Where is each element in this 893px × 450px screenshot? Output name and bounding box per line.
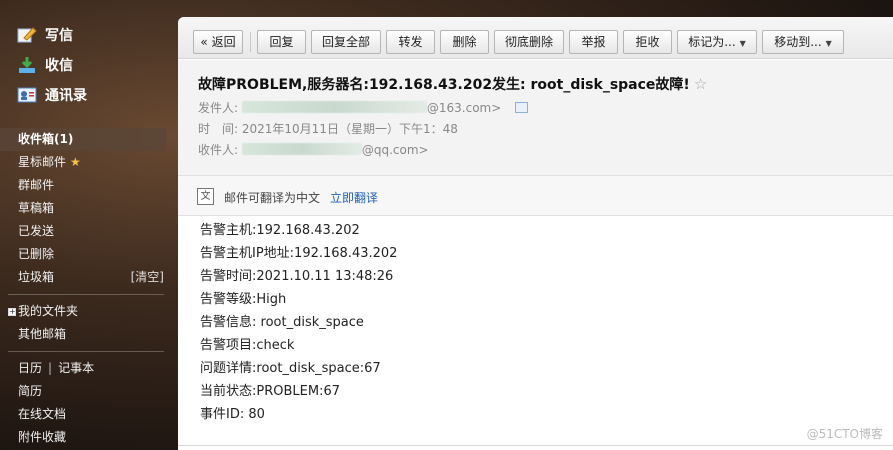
sidebar-item-starred[interactable]: 星标邮件 ★ bbox=[0, 151, 172, 174]
sidebar-item-label: 简历 bbox=[18, 384, 43, 398]
translate-now-link[interactable]: 立即翻译 bbox=[330, 189, 378, 206]
report-button[interactable]: 举报 bbox=[569, 30, 618, 54]
sidebar-item-label: 垃圾箱 bbox=[18, 270, 55, 284]
sidebar-item-label: 群邮件 bbox=[18, 178, 55, 192]
time-label: 时 间: bbox=[198, 122, 239, 136]
mark-as-label: 标记为... bbox=[688, 35, 736, 49]
sidebar-item-attachments[interactable]: 附件收藏 bbox=[0, 426, 172, 449]
sidebar-item-calendar[interactable]: 日历 bbox=[18, 357, 42, 380]
redacted-recipient bbox=[241, 143, 362, 155]
recipient-domain[interactable]: @qq.com> bbox=[362, 143, 429, 157]
sidebar-item-label: 草稿箱 bbox=[18, 201, 55, 215]
sender-label: 发件人: bbox=[198, 101, 239, 115]
translate-bar: 文 邮件可翻译为中文 立即翻译 bbox=[178, 176, 893, 216]
body-line: 事件ID: 80 bbox=[200, 407, 265, 422]
mail-reading-panel: « 返回 回复 回复全部 转发 删除 彻底删除 举报 拒收 标记为... ▼ 移动… bbox=[178, 17, 893, 450]
sidebar: 写信 收信 通讯录 收件箱(1) 星标邮件 ★ 群邮件 草稿箱 已发送 已删除 … bbox=[0, 0, 172, 450]
watermark: @51CTO博客 bbox=[806, 427, 883, 441]
mark-as-dropdown[interactable]: 标记为... ▼ bbox=[677, 30, 757, 54]
sidebar-item-junk[interactable]: 垃圾箱 [清空] bbox=[0, 266, 172, 289]
sidebar-item-resume[interactable]: 简历 bbox=[0, 380, 172, 403]
reject-button[interactable]: 拒收 bbox=[623, 30, 672, 54]
sidebar-item-label: 其他邮箱 bbox=[18, 327, 67, 341]
receive-label: 收信 bbox=[45, 58, 73, 74]
sidebar-item-deleted[interactable]: 已删除 bbox=[0, 243, 172, 266]
divider bbox=[8, 294, 164, 295]
translate-text: 邮件可翻译为中文 bbox=[224, 191, 321, 205]
sidebar-item-label: 已发送 bbox=[18, 224, 55, 238]
body-line: 告警信息: root_disk_space bbox=[200, 315, 364, 330]
time-value: 2021年10月11日（星期一）下午1：48 bbox=[241, 122, 458, 136]
recipient-row: 收件人: @qq.com> bbox=[198, 141, 429, 158]
move-to-dropdown[interactable]: 移动到... ▼ bbox=[762, 30, 844, 54]
mail-toolbar: « 返回 回复 回复全部 转发 删除 彻底删除 举报 拒收 标记为... ▼ 移动… bbox=[178, 17, 893, 59]
forward-button[interactable]: 转发 bbox=[386, 30, 435, 54]
body-line: 告警主机:192.168.43.202 bbox=[200, 223, 360, 238]
chevron-down-icon: ▼ bbox=[739, 39, 746, 48]
sidebar-item-inbox[interactable]: 收件箱(1) bbox=[0, 128, 166, 151]
back-button[interactable]: « 返回 bbox=[193, 30, 243, 54]
reply-all-button[interactable]: 回复全部 bbox=[311, 30, 381, 54]
mail-header: 故障PROBLEM,服务器名:192.168.43.202发生: root_di… bbox=[178, 60, 893, 176]
mail-subject: 故障PROBLEM,服务器名:192.168.43.202发生: root_di… bbox=[198, 74, 707, 94]
pen-icon bbox=[17, 26, 37, 44]
body-line: 问题详情:root_disk_space:67 bbox=[200, 361, 381, 376]
contact-card-icon[interactable] bbox=[515, 102, 529, 113]
sidebar-item-other-mailbox[interactable]: 其他邮箱 bbox=[0, 323, 172, 346]
redacted-sender bbox=[241, 101, 427, 113]
sidebar-item-label: 在线文档 bbox=[18, 407, 67, 421]
time-row: 时 间: 2021年10月11日（星期一）下午1：48 bbox=[198, 120, 458, 137]
sidebar-tools-row: 日历 | 记事本 bbox=[0, 357, 172, 380]
delete-button[interactable]: 删除 bbox=[440, 30, 489, 54]
sidebar-item-notes[interactable]: 记事本 bbox=[58, 357, 94, 380]
contacts-label: 通讯录 bbox=[45, 88, 87, 104]
compose-label: 写信 bbox=[45, 28, 73, 44]
delete-forever-button[interactable]: 彻底删除 bbox=[494, 30, 564, 54]
expand-icon[interactable]: + bbox=[8, 308, 16, 316]
pipe-divider: | bbox=[48, 361, 53, 375]
clear-junk-link[interactable]: [清空] bbox=[131, 266, 164, 289]
chevron-down-icon: ▼ bbox=[825, 39, 832, 48]
sidebar-item-label: 收件箱(1) bbox=[18, 132, 74, 146]
sidebar-item-label: 我的文件夹 bbox=[18, 304, 79, 318]
star-icon: ★ bbox=[70, 155, 81, 169]
divider bbox=[8, 351, 164, 352]
body-line: 告警项目:check bbox=[200, 338, 295, 353]
body-line: 告警主机IP地址:192.168.43.202 bbox=[200, 246, 398, 261]
contacts-link[interactable]: 通讯录 bbox=[0, 80, 172, 110]
download-icon bbox=[17, 56, 37, 74]
translate-icon: 文 bbox=[197, 188, 214, 205]
move-to-label: 移动到... bbox=[774, 35, 822, 49]
reply-button[interactable]: 回复 bbox=[257, 30, 306, 54]
sidebar-item-label: 已删除 bbox=[18, 247, 55, 261]
subject-text: 故障PROBLEM,服务器名:192.168.43.202发生: root_di… bbox=[198, 77, 690, 93]
toolbar-divider bbox=[250, 32, 251, 52]
sidebar-item-group-mail[interactable]: 群邮件 bbox=[0, 174, 172, 197]
mail-body: 告警主机:192.168.43.202 告警主机IP地址:192.168.43.… bbox=[200, 219, 397, 426]
body-line: 告警等级:High bbox=[200, 292, 287, 307]
sidebar-item-label: 星标邮件 bbox=[18, 155, 67, 169]
folder-list: 收件箱(1) 星标邮件 ★ 群邮件 草稿箱 已发送 已删除 垃圾箱 [清空] + 我… bbox=[0, 128, 172, 449]
sidebar-item-label: 附件收藏 bbox=[18, 430, 67, 444]
sidebar-item-online-docs[interactable]: 在线文档 bbox=[0, 403, 172, 426]
divider bbox=[178, 445, 893, 446]
sidebar-item-my-folders[interactable]: + 我的文件夹 bbox=[0, 300, 172, 323]
compose-link[interactable]: 写信 bbox=[0, 20, 172, 50]
sender-row: 发件人: @163.com> bbox=[198, 99, 529, 116]
body-line: 告警时间:2021.10.11 13:48:26 bbox=[200, 269, 394, 284]
recipient-label: 收件人: bbox=[198, 143, 239, 157]
sidebar-item-drafts[interactable]: 草稿箱 bbox=[0, 197, 172, 220]
contacts-icon bbox=[17, 86, 37, 104]
sidebar-main-actions: 写信 收信 通讯录 bbox=[0, 20, 172, 110]
sidebar-item-sent[interactable]: 已发送 bbox=[0, 220, 172, 243]
inbox-receive-link[interactable]: 收信 bbox=[0, 50, 172, 80]
body-line: 当前状态:PROBLEM:67 bbox=[200, 384, 340, 399]
star-outline-icon[interactable]: ☆ bbox=[694, 75, 707, 93]
sender-domain[interactable]: @163.com> bbox=[427, 101, 501, 115]
